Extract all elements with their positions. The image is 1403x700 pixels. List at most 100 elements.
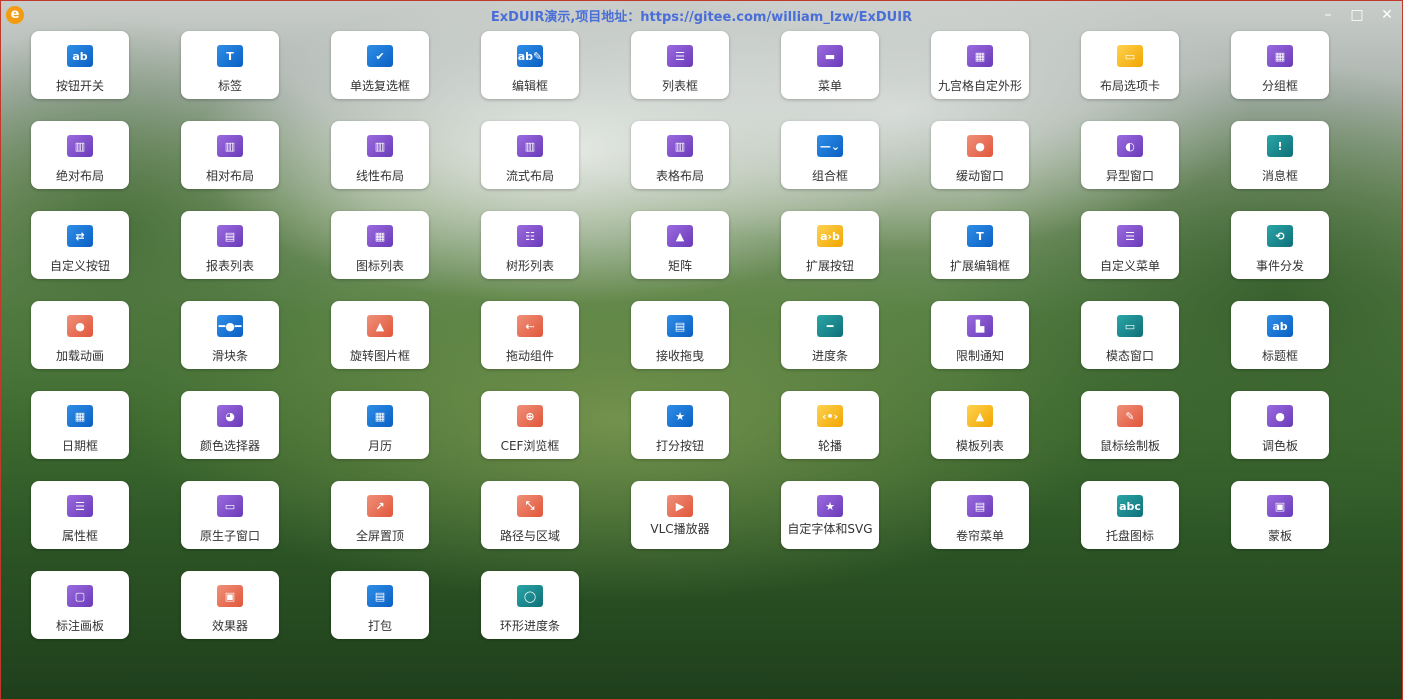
slider-icon: ━●━	[215, 313, 245, 339]
demo-tile-flow-layout[interactable]: ▥ 流式布局	[481, 121, 579, 189]
demo-tile-matrix[interactable]: ▲ 矩阵	[631, 211, 729, 279]
demo-tile-report-list[interactable]: ▤ 报表列表	[181, 211, 279, 279]
demo-tile-palette[interactable]: ● 调色板	[1231, 391, 1329, 459]
demo-tile-event-dispatch[interactable]: ⟲ 事件分发	[1231, 211, 1329, 279]
star-icon: ★	[665, 403, 695, 429]
demo-tile-progress-bar[interactable]: ━ 进度条	[781, 301, 879, 369]
demo-tile-tree-list[interactable]: ☷ 树形列表	[481, 211, 579, 279]
demo-tile-limit-notify[interactable]: ▙ 限制通知	[931, 301, 1029, 369]
demo-tile-checkbox[interactable]: ✔ 单选复选框	[331, 31, 429, 99]
demo-tile-receive-drop[interactable]: ▤ 接收拖曳	[631, 301, 729, 369]
demo-tile-roller-menu[interactable]: ▤ 卷帘菜单	[931, 481, 1029, 549]
receive-drop-icon: ▤	[665, 313, 695, 339]
demo-tile-modal-window[interactable]: ▭ 模态窗口	[1081, 301, 1179, 369]
package-icon: ▤	[365, 583, 395, 609]
demo-tile-annotation-board[interactable]: ▢ 标注画板	[31, 571, 129, 639]
tile-label: 标题框	[1261, 349, 1298, 363]
groupbox-icon: ▦	[1265, 43, 1295, 69]
demo-tile-groupbox[interactable]: ▦ 分组框	[1231, 31, 1329, 99]
demo-tile-path-region[interactable]: ⤡ 路径与区域	[481, 481, 579, 549]
demo-tile-edit-box[interactable]: ab✎ 编辑框	[481, 31, 579, 99]
font-svg-icon: ★	[815, 493, 845, 519]
demo-tile-message-box[interactable]: ! 消息框	[1231, 121, 1329, 189]
demo-tile-combobox[interactable]: —⌄ 组合框	[781, 121, 879, 189]
demo-tile-extended-button[interactable]: a›b 扩展按钮	[781, 211, 879, 279]
tile-label: 扩展编辑框	[949, 259, 1010, 273]
demo-tile-nine-grid[interactable]: ▦ 九宫格自定外形	[931, 31, 1029, 99]
tile-label: 属性框	[61, 529, 98, 543]
custom-menu-icon: ☰	[1115, 223, 1145, 249]
demo-tile-star[interactable]: ★ 打分按钮	[631, 391, 729, 459]
demo-tile-extended-edit[interactable]: T 扩展编辑框	[931, 211, 1029, 279]
tree-list-icon: ☷	[515, 223, 545, 249]
tile-label: 进度条	[811, 349, 848, 363]
property-box-icon-glyph: ☰	[67, 495, 93, 517]
tile-label: 矩阵	[667, 259, 692, 273]
close-button[interactable]: ✕	[1376, 6, 1398, 24]
demo-tile-calendar[interactable]: ▦ 月历	[331, 391, 429, 459]
absolute-layout-icon-glyph: ▥	[67, 135, 93, 157]
tile-label: 组合框	[811, 169, 848, 183]
demo-tile-absolute-layout[interactable]: ▥ 绝对布局	[31, 121, 129, 189]
demo-tile-slider[interactable]: ━●━ 滑块条	[181, 301, 279, 369]
demo-tile-loading-animation[interactable]: ● 加载动画	[31, 301, 129, 369]
demo-tile-custom-menu[interactable]: ☰ 自定义菜单	[1081, 211, 1179, 279]
demo-tile-title-box[interactable]: ab 标题框	[1231, 301, 1329, 369]
edit-box-icon-glyph: ab✎	[517, 45, 543, 67]
minimize-button[interactable]: –	[1317, 6, 1339, 24]
demo-tile-draw-board[interactable]: ✎ 鼠标绘制板	[1081, 391, 1179, 459]
combobox-icon-glyph: —⌄	[817, 135, 843, 157]
demo-tile-tray[interactable]: abc 托盘图标	[1081, 481, 1179, 549]
table-layout-icon-glyph: ▥	[667, 135, 693, 157]
demo-tile-drag-component[interactable]: ⇠ 拖动组件	[481, 301, 579, 369]
extended-button-icon-glyph: a›b	[817, 225, 843, 247]
demo-tile-custom-button[interactable]: ⇄ 自定义按钮	[31, 211, 129, 279]
draw-board-icon: ✎	[1115, 403, 1145, 429]
tile-label: 绝对布局	[55, 169, 104, 183]
demo-tile-globe[interactable]: ⊕ CEF浏览框	[481, 391, 579, 459]
demo-tile-mask[interactable]: ▣ 蒙板	[1231, 481, 1329, 549]
report-list-icon: ▤	[215, 223, 245, 249]
ab-button-icon-glyph: ab	[67, 45, 93, 67]
demo-tile-easing-window[interactable]: ● 缓动窗口	[931, 121, 1029, 189]
demo-tile-fullscreen-top[interactable]: ↗ 全屏置顶	[331, 481, 429, 549]
demo-tile-rotate-image[interactable]: ▲ 旋转图片框	[331, 301, 429, 369]
absolute-layout-icon: ▥	[65, 133, 95, 159]
template-list-icon-glyph: ▲	[967, 405, 993, 427]
demo-tile-ab-button[interactable]: ab 按钮开关	[31, 31, 129, 99]
checkbox-icon: ✔	[365, 43, 395, 69]
demo-tile-relative-layout[interactable]: ▥ 相对布局	[181, 121, 279, 189]
demo-tile-vlc-player[interactable]: ▶ VLC播放器	[631, 481, 729, 549]
icon-list-icon-glyph: ▦	[367, 225, 393, 247]
demo-tile-property-box[interactable]: ☰ 属性框	[31, 481, 129, 549]
tile-label: 按钮开关	[55, 79, 104, 93]
demo-tile-ring-progress[interactable]: ◯ 环形进度条	[481, 571, 579, 639]
demo-tile-listbox[interactable]: ☰ 列表框	[631, 31, 729, 99]
ring-progress-icon: ◯	[515, 583, 545, 609]
roller-menu-icon: ▤	[965, 493, 995, 519]
demo-tile-shaped-window[interactable]: ◐ 异型窗口	[1081, 121, 1179, 189]
demo-tile-linear-layout[interactable]: ▥ 线性布局	[331, 121, 429, 189]
tile-label: 环形进度条	[499, 619, 560, 633]
demo-tile-effector[interactable]: ▣ 效果器	[181, 571, 279, 639]
demo-tile-tab-layout[interactable]: ▭ 布局选项卡	[1081, 31, 1179, 99]
demo-tile-font-svg[interactable]: ★ 自定字体和SVG	[781, 481, 879, 549]
demo-tile-label-t[interactable]: T 标签	[181, 31, 279, 99]
demo-tile-carousel[interactable]: ‹•› 轮播	[781, 391, 879, 459]
report-list-icon-glyph: ▤	[217, 225, 243, 247]
maximize-button[interactable]: □	[1346, 6, 1368, 24]
native-child-window-icon-glyph: ▭	[217, 495, 243, 517]
title-box-icon-glyph: ab	[1267, 315, 1293, 337]
demo-tile-icon-list[interactable]: ▦ 图标列表	[331, 211, 429, 279]
demo-tile-package[interactable]: ▤ 打包	[331, 571, 429, 639]
demo-tile-table-layout[interactable]: ▥ 表格布局	[631, 121, 729, 189]
tile-label: 蒙板	[1267, 529, 1292, 543]
demo-tile-menu[interactable]: ▬ 菜单	[781, 31, 879, 99]
demo-tile-template-list[interactable]: ▲ 模板列表	[931, 391, 1029, 459]
demo-tile-native-child-window[interactable]: ▭ 原生子窗口	[181, 481, 279, 549]
demo-tile-date-box[interactable]: ▦ 日期框	[31, 391, 129, 459]
tile-label: 加载动画	[55, 349, 104, 363]
tile-label: CEF浏览框	[500, 439, 560, 453]
demo-tile-color-picker[interactable]: ◕ 颜色选择器	[181, 391, 279, 459]
tile-label: 布局选项卡	[1099, 79, 1160, 93]
